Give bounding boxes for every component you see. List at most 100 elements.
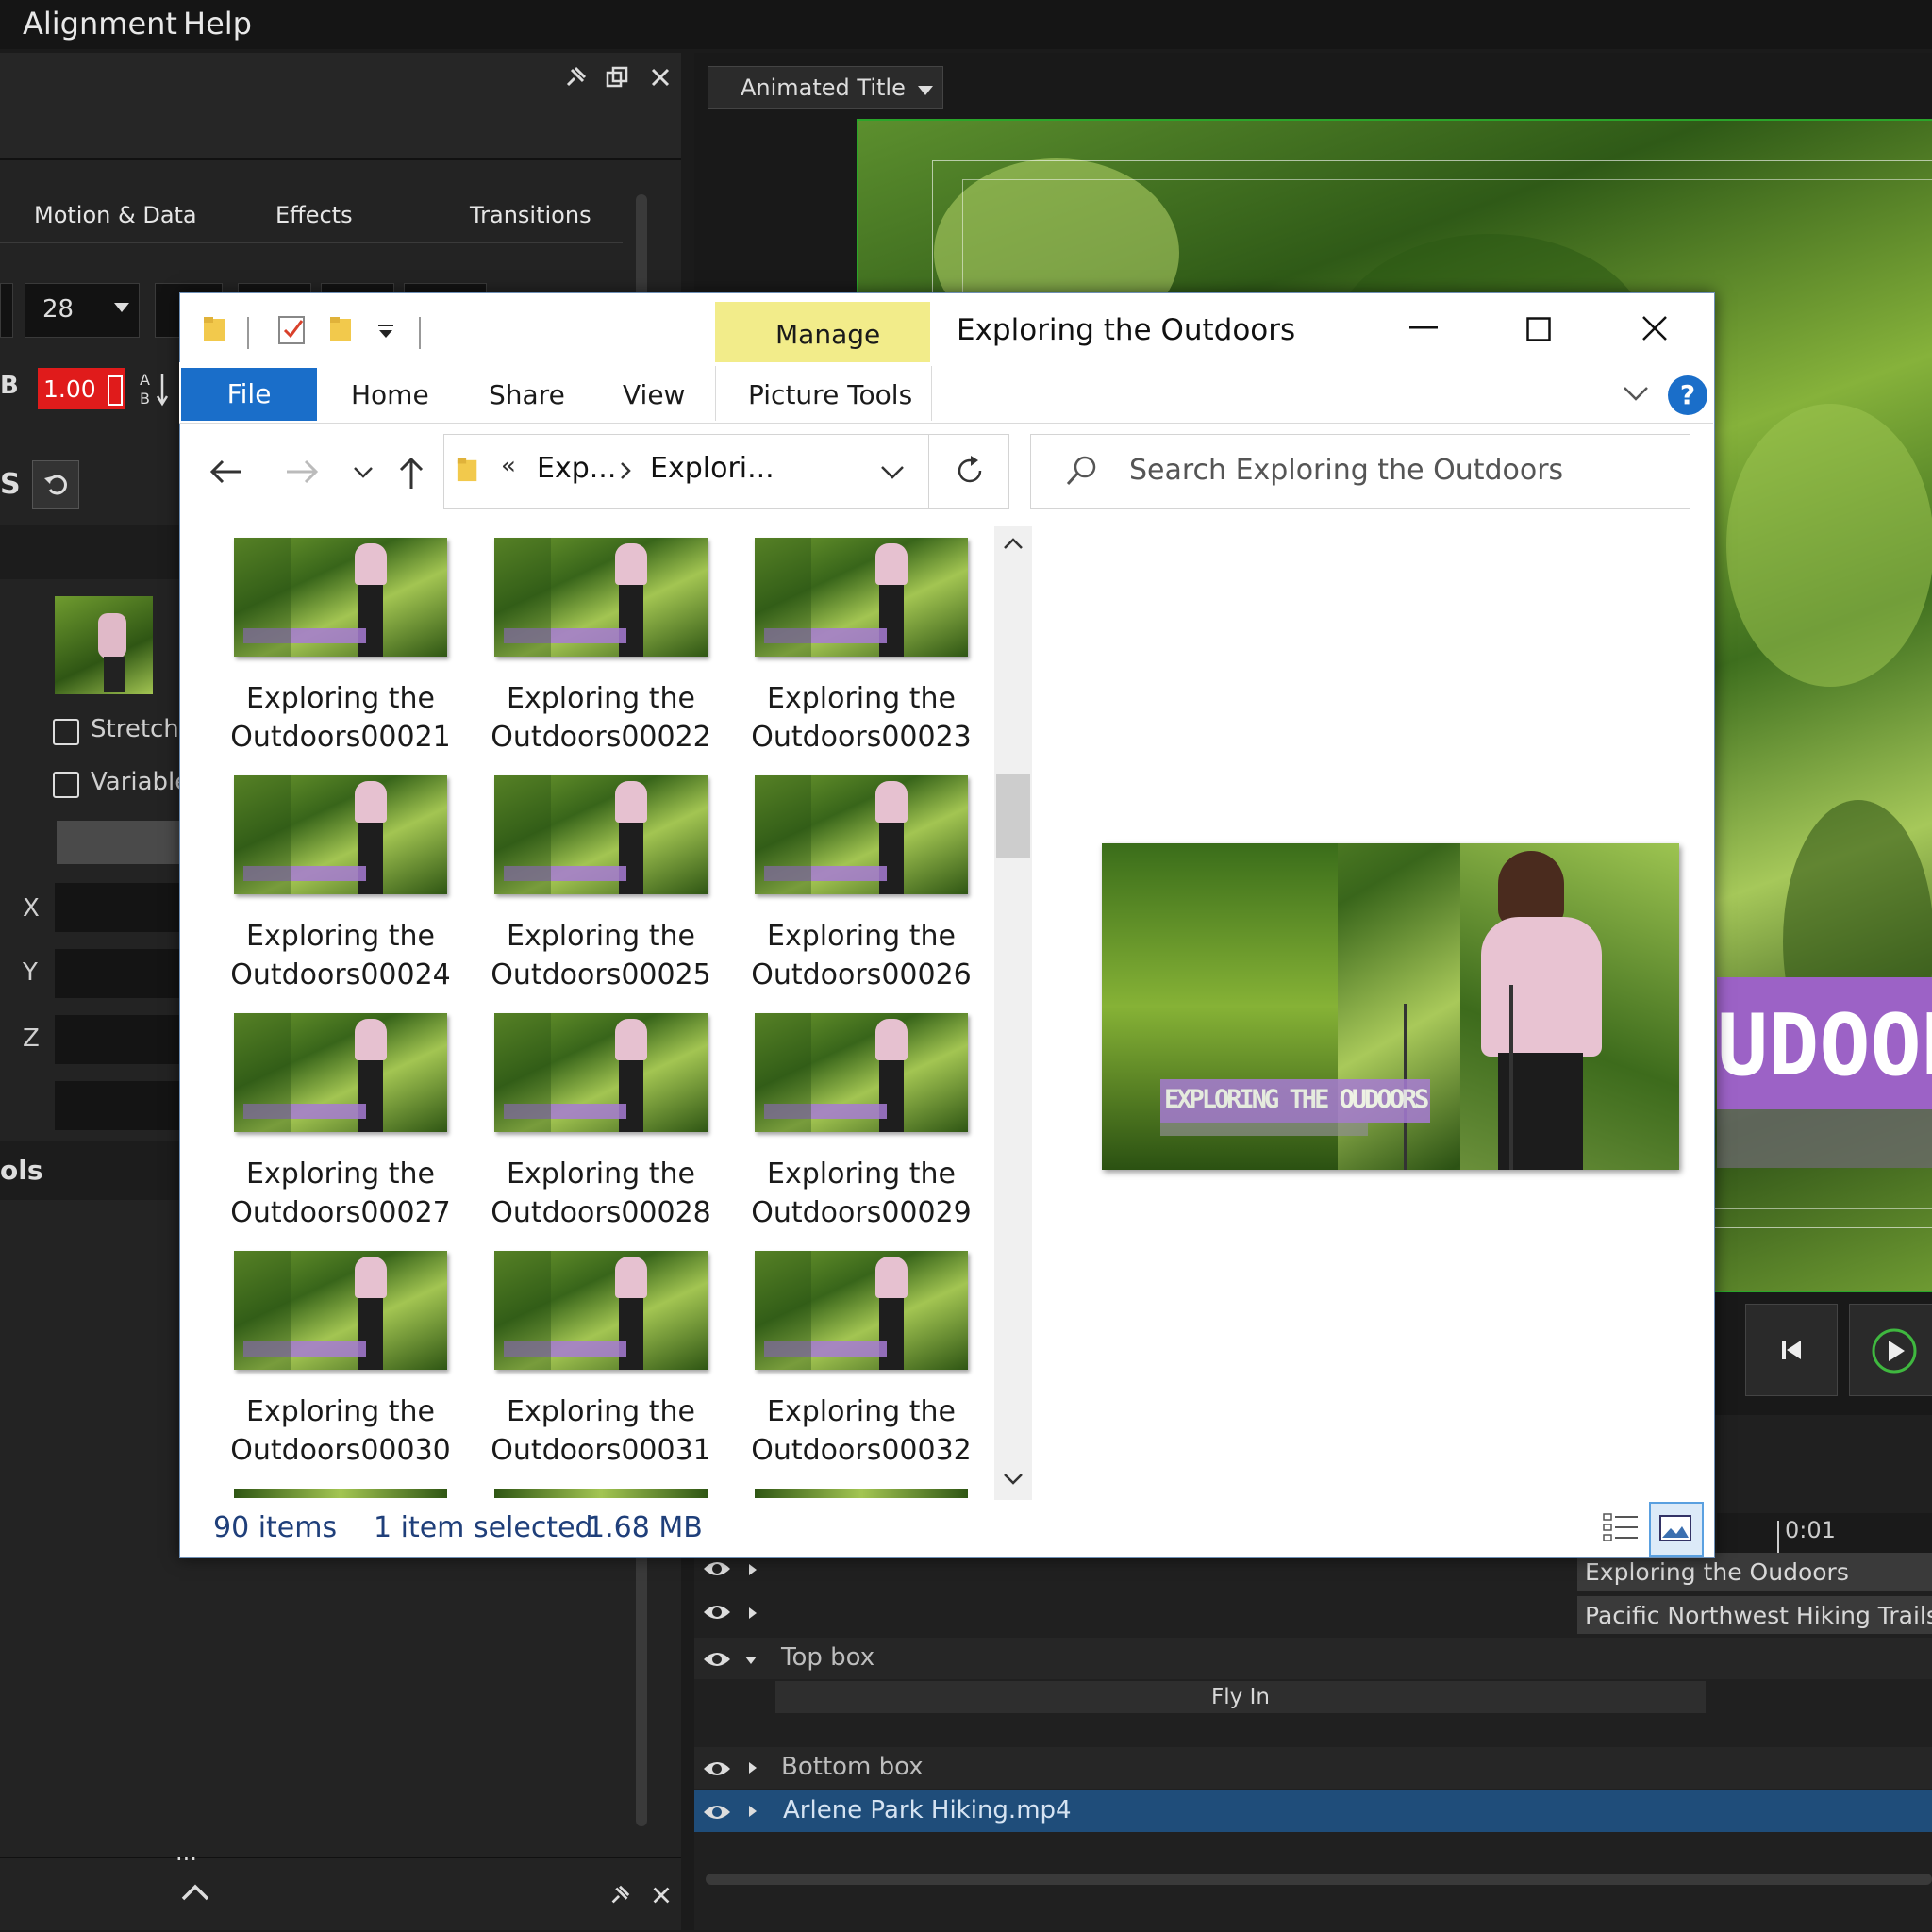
go-to-start-button[interactable] — [1745, 1304, 1838, 1396]
stretch-checkbox[interactable] — [53, 719, 79, 745]
play-button[interactable] — [1849, 1304, 1932, 1396]
file-tile[interactable]: Exploring the Outdoors00021 — [213, 538, 468, 764]
close-icon[interactable] — [1641, 315, 1668, 341]
folder-icon[interactable] — [202, 315, 228, 343]
close-icon[interactable] — [649, 1883, 674, 1907]
panel-header — [0, 53, 681, 160]
pin-icon[interactable] — [608, 1883, 632, 1907]
file-tile[interactable]: Exploring the Outdoors00027 — [213, 1013, 468, 1240]
search-box[interactable]: Search Exploring the Outdoors — [1030, 434, 1690, 509]
file-list-scrollbar[interactable] — [994, 526, 1032, 1500]
breadcrumb-overflow[interactable]: « — [501, 452, 516, 480]
file-tile[interactable]: Exploring the Outdoors00032 — [734, 1251, 989, 1477]
bold-glyph[interactable]: B — [0, 372, 19, 400]
track-video-selected[interactable]: Arlene Park Hiking.mp4 — [694, 1790, 1932, 1832]
tab-motion-data[interactable]: Motion & Data — [34, 202, 197, 228]
file-tile[interactable]: Exploring the Outdoors00028 — [474, 1013, 728, 1240]
file-thumbnail — [494, 1013, 708, 1132]
expand-arrow-icon[interactable] — [747, 1562, 758, 1577]
time-ruler[interactable]: 0:01 — [1717, 1513, 1932, 1555]
timeline-scrollbar[interactable] — [706, 1874, 1932, 1885]
track-name: Bottom box — [781, 1753, 924, 1781]
scroll-up-icon[interactable] — [1002, 536, 1024, 551]
more-dots[interactable]: ... — [175, 1840, 197, 1866]
z-field[interactable] — [55, 1015, 179, 1064]
maximize-icon[interactable] — [1526, 317, 1551, 341]
tab-effects[interactable]: Effects — [275, 202, 353, 228]
tab-home[interactable]: Home — [351, 379, 429, 410]
reset-button[interactable] — [32, 460, 79, 509]
file-tile[interactable]: Exploring the Outdoors00029 — [734, 1013, 989, 1240]
expand-arrow-icon[interactable] — [747, 1606, 758, 1621]
extra-field[interactable] — [55, 1081, 179, 1130]
overlay-title-text: UDOOR — [1717, 996, 1932, 1095]
eye-icon[interactable] — [702, 1802, 732, 1823]
expand-arrow-icon[interactable] — [747, 1804, 758, 1819]
forward-arrow-icon[interactable] — [285, 458, 319, 485]
expand-arrow-icon[interactable] — [747, 1760, 758, 1775]
details-view-icon[interactable] — [1602, 1511, 1640, 1543]
tab-picture-tools[interactable]: Picture Tools — [715, 366, 932, 421]
minimize-icon[interactable] — [1409, 326, 1438, 330]
file-tile[interactable]: Exploring the Outdoors00025 — [474, 775, 728, 1002]
y-field[interactable] — [55, 949, 179, 998]
eye-icon[interactable] — [702, 1758, 732, 1779]
help-button[interactable]: ? — [1668, 375, 1707, 415]
scroll-down-icon[interactable] — [1002, 1472, 1024, 1487]
eye-icon[interactable] — [702, 1558, 732, 1579]
tab-transitions[interactable]: Transitions — [470, 202, 591, 228]
clip-subtitle[interactable]: Pacific Northwest Hiking Trails — [1577, 1596, 1932, 1634]
address-bar[interactable]: « Exp... Explori... — [443, 434, 1009, 509]
tab-share[interactable]: Share — [489, 379, 565, 410]
eye-icon[interactable] — [702, 1649, 732, 1670]
tab-manage[interactable]: Manage — [715, 302, 930, 366]
collapse-arrow-icon[interactable] — [743, 1655, 758, 1666]
file-thumbnail-partial[interactable] — [234, 1489, 447, 1498]
close-panel-icon[interactable] — [647, 64, 674, 91]
chevron-down-icon — [918, 86, 933, 97]
refresh-button[interactable] — [928, 434, 1008, 508]
recent-locations-icon[interactable] — [353, 466, 374, 479]
file-name-line1: Exploring the — [767, 682, 956, 715]
pin-icon[interactable] — [562, 64, 589, 91]
chevron-up-icon[interactable] — [181, 1883, 209, 1902]
track-bottom-box[interactable]: Bottom box — [694, 1747, 1932, 1789]
scrollbar-thumb[interactable] — [996, 774, 1030, 858]
properties-checkmark-icon[interactable] — [277, 313, 308, 345]
preset-dropdown[interactable]: Animated Title — [708, 66, 943, 109]
apply-button[interactable] — [57, 821, 179, 864]
track-top-box[interactable]: Top box — [694, 1638, 1932, 1679]
file-tile[interactable]: Exploring the Outdoors00026 — [734, 775, 989, 1002]
eye-icon[interactable] — [702, 1602, 732, 1623]
clip-title[interactable]: Exploring the Oudoors — [1577, 1553, 1932, 1591]
up-arrow-icon[interactable] — [398, 457, 425, 491]
file-thumbnail-partial[interactable] — [755, 1489, 968, 1498]
sort-az-icon[interactable]: AB — [140, 370, 168, 408]
effect-clip[interactable]: Fly In — [775, 1681, 1706, 1713]
breadcrumb-parent[interactable]: Exp... — [537, 452, 616, 485]
file-tile[interactable]: Exploring the Outdoors00030 — [213, 1251, 468, 1477]
chevron-down-icon[interactable] — [880, 465, 905, 480]
menu-help[interactable]: Help — [183, 6, 252, 42]
tab-file[interactable]: File — [181, 368, 317, 421]
opacity-field[interactable]: 1.00 — [38, 368, 125, 409]
float-panel-icon[interactable] — [604, 64, 630, 91]
font-family-field[interactable] — [0, 283, 13, 338]
x-field[interactable] — [55, 883, 179, 932]
new-folder-icon[interactable] — [328, 315, 355, 343]
file-tile[interactable]: Exploring the Outdoors00024 — [213, 775, 468, 1002]
file-tile[interactable]: Exploring the Outdoors00031 — [474, 1251, 728, 1477]
font-size-select[interactable]: 28 — [25, 283, 140, 338]
file-thumbnail-partial[interactable] — [494, 1489, 708, 1498]
file-tile[interactable]: Exploring the Outdoors00022 — [474, 538, 728, 764]
variable-checkbox[interactable] — [53, 772, 79, 798]
menu-alignment[interactable]: Alignment — [23, 6, 177, 42]
customize-toolbar-icon[interactable] — [377, 325, 394, 340]
media-thumbnail[interactable] — [55, 596, 153, 694]
back-arrow-icon[interactable] — [209, 458, 243, 485]
breadcrumb-current[interactable]: Explori... — [650, 452, 774, 485]
large-icons-view-button[interactable] — [1649, 1502, 1704, 1557]
file-tile[interactable]: Exploring the Outdoors00023 — [734, 538, 989, 764]
tab-view[interactable]: View — [623, 379, 685, 410]
expand-ribbon-icon[interactable] — [1623, 385, 1649, 402]
